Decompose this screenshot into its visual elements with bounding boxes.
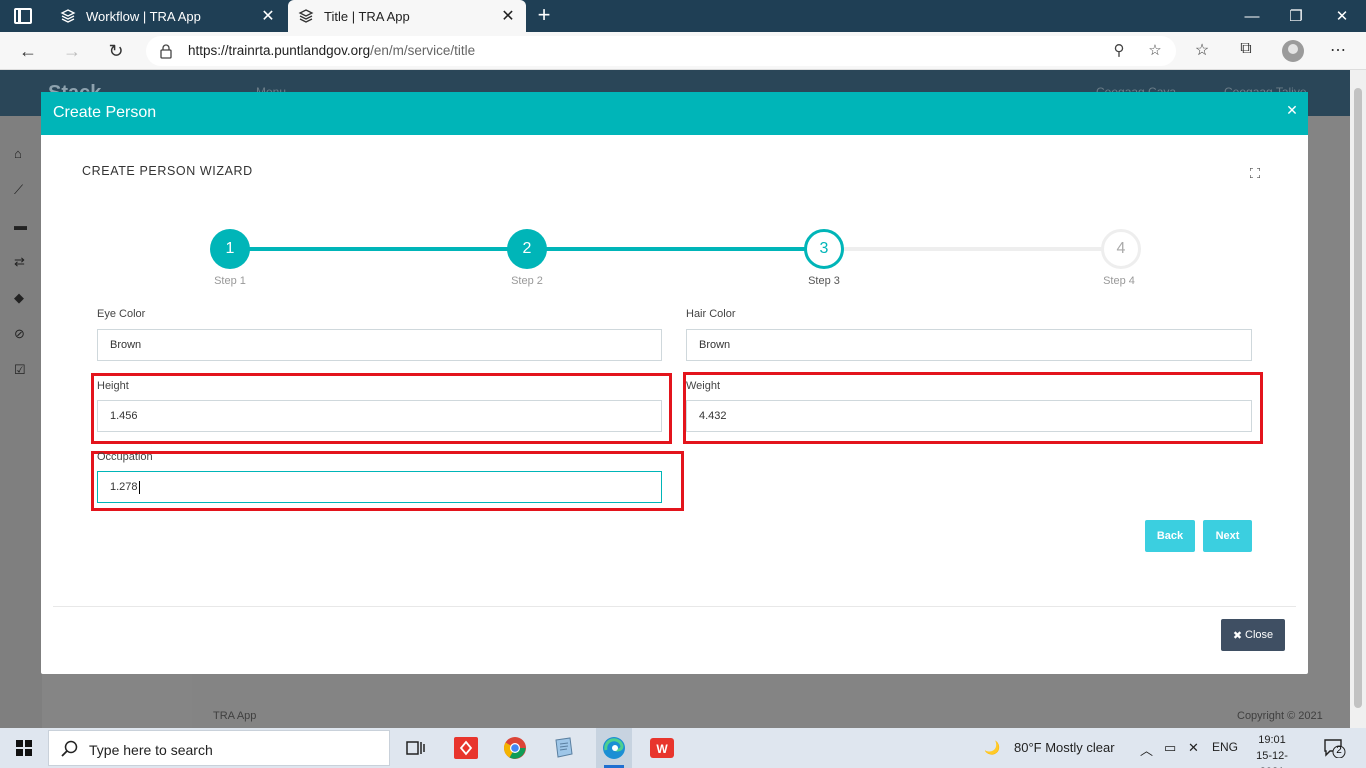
favorites-icon[interactable]: ☆ [1190,40,1214,62]
notification-count: 2 [1336,745,1342,756]
step-3-indicator[interactable]: 3 [804,229,844,269]
height-label: Height [97,380,129,392]
modal-close-icon[interactable]: ✕ [1285,102,1299,118]
ban-icon[interactable]: ⊘ [14,326,30,341]
create-person-modal: Create Person ✕ CREATE PERSON WIZARD 1 2… [41,92,1308,674]
step-4-indicator[interactable]: 4 [1101,229,1141,269]
page-scrollbar[interactable] [1350,70,1366,728]
modal-header: Create Person ✕ [41,92,1308,135]
tag-icon[interactable]: ◆ [14,290,30,305]
step-3-label: Step 3 [808,275,840,287]
add-favorite-icon[interactable]: ☆ [1144,41,1166,61]
clock-date: 15-12-2021 [1256,750,1288,768]
close-x-icon: ✖ [1232,629,1243,642]
notification-icon[interactable]: 2 [1324,738,1346,759]
more-options-icon[interactable]: ⋯ [1326,40,1350,62]
car-icon[interactable]: ▬ [14,218,30,233]
restore-icon[interactable]: ❐ [1276,0,1316,32]
occupation-value: 1.278 [110,481,138,493]
footer-app-name: TRA App [213,710,257,722]
anydesk-icon[interactable] [452,734,480,762]
close-tab-icon[interactable]: ✕ [256,6,280,26]
tab-actions-icon[interactable] [14,8,32,24]
scrollbar-thumb[interactable] [1354,88,1362,708]
occupation-label: Occupation [97,451,153,463]
step-connector [527,247,824,251]
chart-icon[interactable]: ⟋ [14,182,30,197]
eye-color-label: Eye Color [97,308,146,320]
wizard-title: CREATE PERSON WIZARD [82,164,253,178]
tab-title: Title | TRA App [324,8,410,24]
show-hidden-icons[interactable]: ︿ [1140,740,1153,759]
task-view-icon[interactable] [402,734,430,762]
close-button-label: Close [1245,629,1274,641]
close-button[interactable]: ✖ Close [1221,619,1285,651]
app-sidebar: ⌂ ⟋ ▬ ⇄ ◆ ⊘ ☑ [0,116,42,728]
next-button[interactable]: Next [1203,520,1252,552]
browser-tab-title[interactable]: Title | TRA App ✕ [288,0,526,32]
weight-label: Weight [686,380,721,392]
close-tab-icon[interactable]: ✕ [496,6,520,26]
step-4-label: Step 4 [1103,275,1135,287]
step-2-label: Step 2 [511,275,543,287]
battery-icon[interactable]: ▭ [1164,740,1176,756]
collections-icon[interactable]: ⧉ [1234,40,1258,62]
eye-color-input[interactable]: Brown [97,329,662,361]
step-2-indicator[interactable]: 2 [507,229,547,269]
wps-office-icon[interactable]: W [648,734,676,762]
footer-copyright: Copyright © 2021 [1237,710,1323,722]
search-placeholder: Type here to search [89,742,213,758]
modal-title: Create Person [53,104,157,121]
windows-start-icon[interactable] [16,740,32,756]
notepad-icon[interactable] [550,734,578,762]
address-bar[interactable]: https://trainrta.puntlandgov.org/en/m/se… [146,36,1176,66]
zoom-icon[interactable]: ⚲ [1108,41,1130,61]
weight-input[interactable]: 4.432 [686,400,1252,432]
modal-footer-divider [53,606,1296,607]
tab-favicon-icon [298,8,314,24]
minimize-icon[interactable]: — [1232,0,1272,32]
back-button[interactable]: Back [1145,520,1195,552]
step-1-indicator[interactable]: 1 [210,229,250,269]
close-window-icon[interactable]: ✕ [1322,0,1362,32]
edge-icon[interactable] [600,734,628,762]
step-connector [824,247,1121,251]
occupation-input[interactable]: 1.278 [97,471,662,503]
language-indicator[interactable]: ENG [1212,740,1238,754]
hair-color-input[interactable]: Brown [686,329,1252,361]
step-1-label: Step 1 [214,275,246,287]
tab-title: Workflow | TRA App [86,8,201,24]
clock-time: 19:01 [1258,734,1286,746]
back-arrow-icon[interactable]: ← [14,38,42,64]
search-icon [61,740,78,757]
text-caret [138,480,140,494]
tab-favicon-icon [60,8,76,24]
taskbar-search-box[interactable]: Type here to search [48,730,390,766]
volume-muted-icon[interactable]: ✕ [1188,740,1199,756]
browser-toolbar: ← → ↻ https://trainrta.puntlandgov.org/e… [0,32,1366,70]
step-connector [230,247,527,251]
url-text: https://trainrta.puntlandgov.org/en/m/se… [188,43,476,58]
profile-avatar[interactable] [1282,40,1304,62]
expand-icon[interactable] [1250,168,1260,178]
svg-text:W: W [656,742,668,756]
checkbox-icon[interactable]: ☑ [14,362,30,377]
hair-color-label: Hair Color [686,308,736,320]
new-tab-icon[interactable]: + [534,4,554,28]
windows-taskbar: Type here to search W 🌙 80°F Mostly clea… [0,728,1366,768]
weather-text[interactable]: 80°F Mostly clear [1014,740,1115,755]
taskbar-clock[interactable]: 19:01 15-12-2021 [1250,732,1294,768]
forward-arrow-icon[interactable]: → [58,38,86,64]
transfer-icon[interactable]: ⇄ [14,254,30,269]
height-input[interactable]: 1.456 [97,400,662,432]
browser-tab-workflow[interactable]: Workflow | TRA App ✕ [50,0,286,32]
home-icon[interactable]: ⌂ [14,146,30,161]
lock-icon [160,44,172,59]
weather-moon-icon[interactable]: 🌙 [984,740,1000,756]
browser-tab-bar: Workflow | TRA App ✕ Title | TRA App ✕ +… [0,0,1366,32]
chrome-icon[interactable] [501,734,529,762]
refresh-icon[interactable]: ↻ [102,38,130,64]
